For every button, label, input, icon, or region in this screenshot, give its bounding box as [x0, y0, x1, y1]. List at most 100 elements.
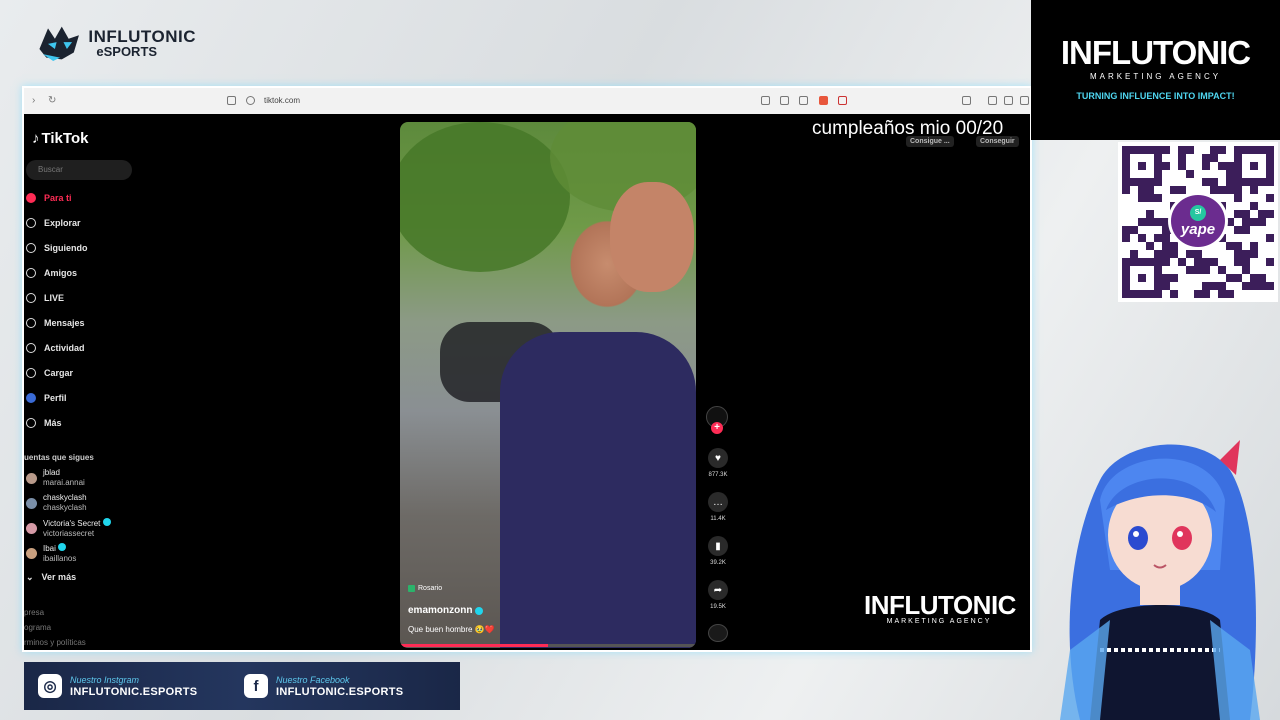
- bookmark-icon: ▮: [708, 536, 728, 556]
- agency-logo-panel: INFLUTONIC MARKETING AGENCY TURNING INFL…: [1031, 0, 1280, 140]
- brave-shield-icon[interactable]: [819, 96, 828, 105]
- nav-item-siguiendo[interactable]: Siguiendo: [26, 239, 88, 257]
- share-button[interactable]: ➦ 19.5K: [704, 580, 732, 610]
- nav-item-perfil[interactable]: Perfil: [26, 389, 67, 407]
- facebook-handle: INFLUTONIC.ESPORTS: [276, 686, 404, 698]
- following-account[interactable]: Ibai ibaillanos: [26, 543, 76, 564]
- agency-tagline: TURNING INFLUENCE INTO IMPACT!: [1076, 91, 1235, 101]
- footer-link[interactable]: ograma: [24, 623, 51, 632]
- nav-item-cargar[interactable]: Cargar: [26, 364, 73, 382]
- video-username[interactable]: emamonzonn: [408, 605, 484, 616]
- nav-label: Más: [44, 418, 62, 428]
- see-more-link[interactable]: ⌄ Ver más: [26, 568, 76, 586]
- nav-label: LIVE: [44, 293, 65, 303]
- footer-link[interactable]: rminos y políticas: [24, 638, 86, 647]
- share-icon[interactable]: [799, 96, 808, 105]
- browser-window: › ↻ tiktok.com ♪ TikTok Buscar Para ti E…: [22, 86, 1032, 652]
- nav-label: Mensajes: [44, 318, 85, 328]
- compass-icon: [26, 218, 36, 228]
- following-account[interactable]: Victoria's Secret victoriassecret: [26, 518, 111, 539]
- wallet-icon[interactable]: [1020, 96, 1029, 105]
- save-button[interactable]: ▮ 39.2K: [704, 536, 732, 566]
- nav-label: Explorar: [44, 218, 81, 228]
- live-icon: [26, 293, 36, 303]
- bookmark-icon[interactable]: [227, 96, 236, 105]
- translate-icon[interactable]: [761, 96, 770, 105]
- extensions-icon[interactable]: [962, 96, 971, 105]
- nav-item-amigos[interactable]: Amigos: [26, 264, 77, 282]
- yape-label: yape: [1180, 220, 1216, 238]
- facebook-caption: Nuestro Facebook: [276, 675, 350, 685]
- esports-logo-line2: eSPORTS: [96, 44, 158, 59]
- url-text[interactable]: tiktok.com: [264, 96, 300, 105]
- video-progress-bar[interactable]: [400, 644, 696, 647]
- account-handle: ibaillanos: [43, 554, 77, 563]
- account-name: jblad: [43, 468, 60, 477]
- avatar: [26, 523, 37, 534]
- comment-button[interactable]: … 11.4K: [704, 492, 732, 522]
- nav-label: Perfil: [44, 393, 67, 403]
- alert-icon[interactable]: [838, 96, 847, 105]
- save-count: 39.2K: [710, 560, 726, 566]
- nav-item-actividad[interactable]: Actividad: [26, 339, 85, 357]
- account-name: Victoria's Secret: [43, 518, 111, 529]
- following-account[interactable]: jblad marai.annai: [26, 468, 85, 488]
- footer-link[interactable]: presa: [24, 608, 44, 617]
- watermark-line1: INFLUTONIC: [864, 590, 1016, 620]
- location-badge[interactable]: Rosario: [408, 585, 442, 592]
- media-icon[interactable]: [988, 96, 997, 105]
- following-header: uentas que sigues: [24, 453, 94, 462]
- nav-item-mas[interactable]: Más: [26, 414, 62, 432]
- sidebar-icon[interactable]: [1004, 96, 1013, 105]
- agency-watermark: INFLUTONIC MARKETING AGENCY: [864, 590, 1016, 625]
- reload-icon[interactable]: ↻: [48, 95, 56, 106]
- heart-icon: ♥: [708, 448, 728, 468]
- site-info-icon[interactable]: [246, 96, 255, 105]
- wolf-mascot-icon: [39, 26, 79, 62]
- man-face-image: [610, 182, 694, 292]
- account-handle: marai.annai: [43, 478, 85, 487]
- tiktok-logo[interactable]: ♪ TikTok: [32, 130, 88, 147]
- music-disc-icon[interactable]: [708, 624, 728, 642]
- facebook-icon: f: [244, 674, 268, 698]
- verified-icon: [102, 518, 111, 526]
- esports-logo: INFLUTONIC eSPORTS: [36, 20, 196, 66]
- chevron-down-icon: ⌄: [26, 571, 34, 582]
- activity-icon: [26, 343, 36, 353]
- esports-logo-line1: INFLUTONIC: [88, 27, 196, 46]
- friends-icon: [26, 268, 36, 278]
- verified-icon: [58, 543, 67, 551]
- nav-label: Siguiendo: [44, 243, 88, 253]
- facebook-link[interactable]: f Nuestro Facebook INFLUTONIC.ESPORTS: [244, 674, 403, 698]
- chip-conseguir[interactable]: Conseguir: [976, 136, 1019, 147]
- home-icon: [26, 193, 36, 203]
- agency-name: INFLUTONIC: [1060, 34, 1251, 71]
- cast-icon[interactable]: [780, 96, 789, 105]
- avatar: [26, 472, 37, 484]
- account-handle: chaskyclash: [43, 503, 87, 512]
- search-input[interactable]: Buscar: [26, 160, 132, 180]
- instagram-link[interactable]: ◎ Nuestro Instgram INFLUTONIC.ESPORTS: [38, 674, 197, 698]
- more-icon: [26, 418, 36, 428]
- nav-label: Amigos: [44, 268, 78, 278]
- location-icon: [408, 585, 415, 592]
- nav-label: Actividad: [44, 343, 85, 353]
- see-more-label: Ver más: [41, 572, 77, 582]
- nav-label: Para ti: [44, 193, 72, 203]
- social-bar: ◎ Nuestro Instgram INFLUTONIC.ESPORTS f …: [24, 662, 460, 710]
- video-player[interactable]: Rosario emamonzonn Que buen hombre 🥹❤️: [400, 122, 696, 648]
- account-name: Ibai: [43, 543, 76, 554]
- nav-item-para-ti[interactable]: Para ti: [26, 189, 72, 207]
- follow-plus-button[interactable]: +: [711, 422, 723, 434]
- like-button[interactable]: ♥ 877.3K: [704, 448, 732, 478]
- chip-consigue[interactable]: Consigue ...: [906, 136, 954, 147]
- nav-item-mensajes[interactable]: Mensajes: [26, 314, 85, 332]
- tiktok-logo-text: TikTok: [41, 130, 89, 147]
- following-account[interactable]: chaskyclash chaskyclash: [26, 493, 87, 513]
- forward-icon[interactable]: ›: [32, 95, 35, 106]
- tiktok-note-icon: ♪: [32, 130, 40, 147]
- nav-item-explorar[interactable]: Explorar: [26, 214, 81, 232]
- profile-icon: [26, 393, 36, 403]
- yape-badge: S/: [1190, 204, 1206, 221]
- nav-item-live[interactable]: LIVE: [26, 289, 64, 307]
